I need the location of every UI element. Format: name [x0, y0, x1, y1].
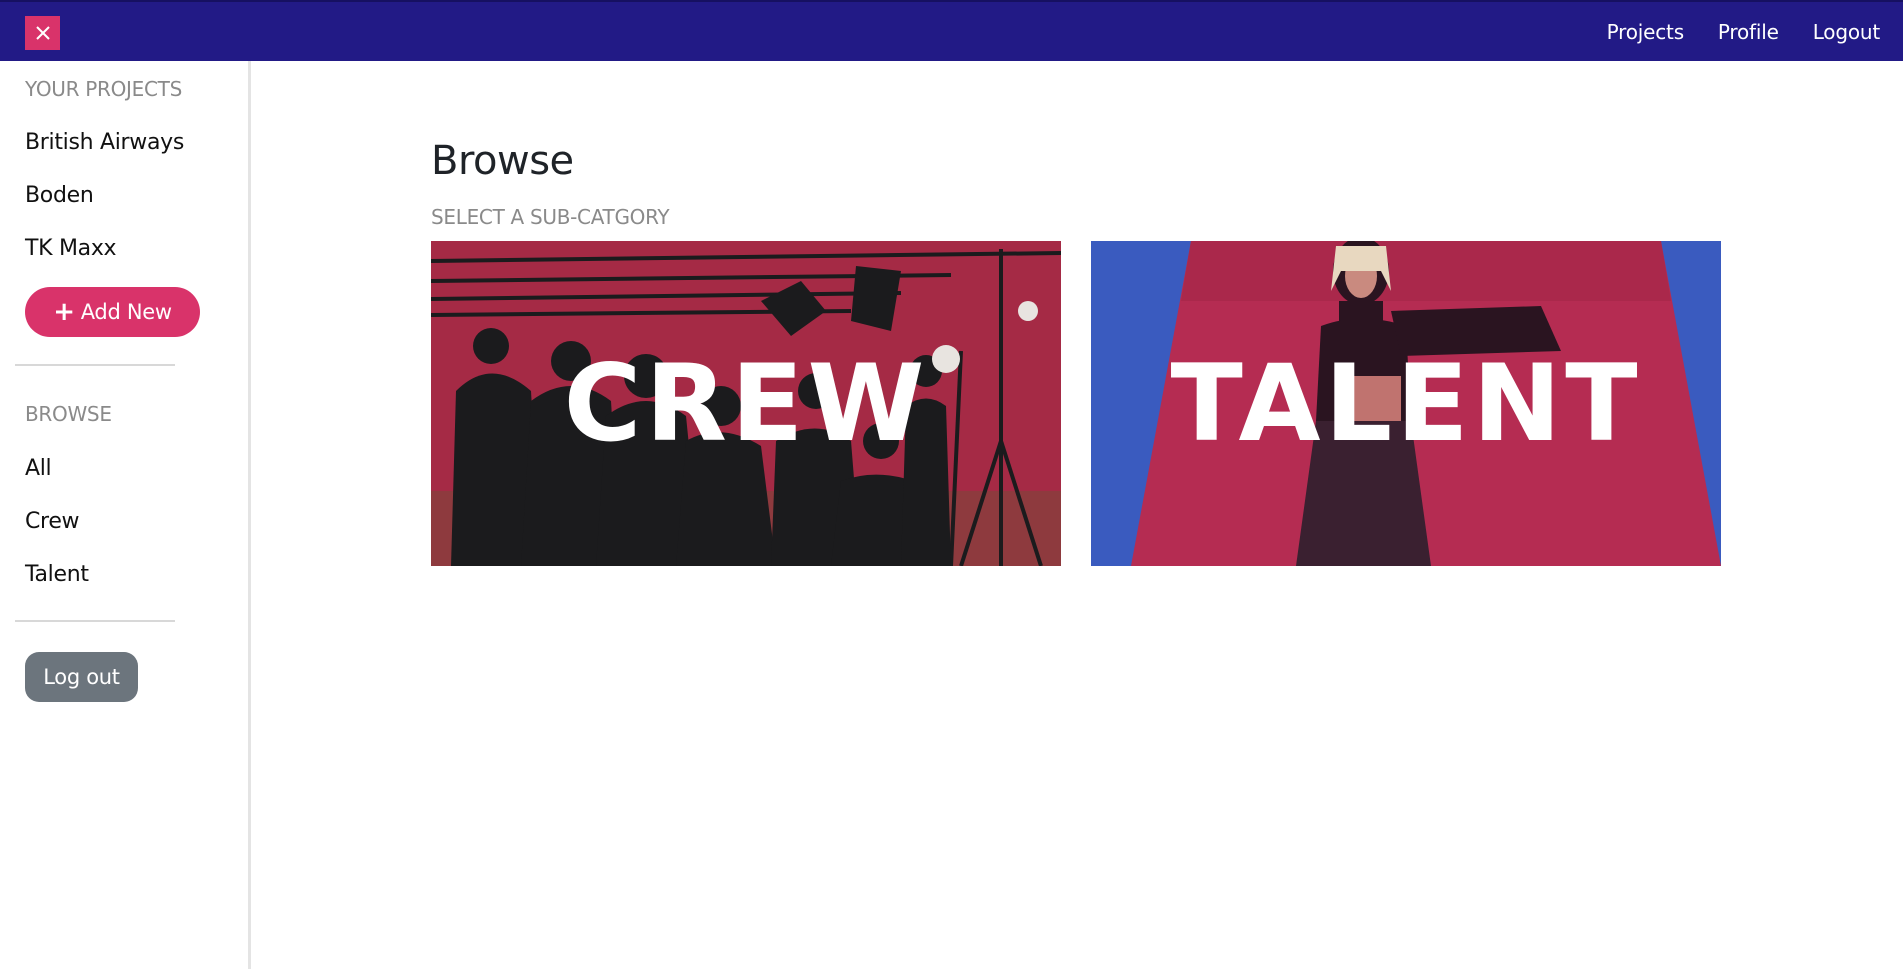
add-new-label: Add New	[80, 300, 172, 324]
sidebar-divider	[15, 620, 175, 622]
sidebar-item-tk-maxx[interactable]: TK Maxx	[25, 236, 117, 261]
nav-logout-link[interactable]: Logout	[1813, 20, 1880, 44]
nav-profile-link[interactable]: Profile	[1718, 20, 1779, 44]
add-new-button[interactable]: + Add New	[25, 287, 200, 337]
close-sidebar-button[interactable]	[25, 16, 60, 50]
page-title: Browse	[431, 138, 574, 184]
sidebar: YOUR PROJECTS British Airways Boden TK M…	[0, 61, 251, 969]
sidebar-item-british-airways[interactable]: British Airways	[25, 130, 184, 155]
crew-card-label: CREW	[563, 341, 929, 465]
top-nav-links: Projects Profile Logout	[1573, 2, 1881, 61]
top-navbar: Projects Profile Logout	[0, 0, 1903, 61]
close-icon	[35, 26, 50, 40]
page-subtitle: SELECT A SUB-CATGORY	[431, 205, 670, 229]
projects-heading: YOUR PROJECTS	[25, 77, 182, 101]
log-out-button[interactable]: Log out	[25, 652, 138, 702]
crew-category-card[interactable]: CREW	[431, 241, 1061, 566]
talent-category-card[interactable]: TALENT	[1091, 241, 1721, 566]
browse-heading: BROWSE	[25, 402, 112, 426]
plus-icon: +	[53, 297, 75, 327]
sidebar-item-crew[interactable]: Crew	[25, 509, 80, 534]
sidebar-divider	[15, 364, 175, 366]
sidebar-item-boden[interactable]: Boden	[25, 183, 94, 208]
sidebar-item-talent[interactable]: Talent	[25, 562, 89, 587]
sidebar-item-all[interactable]: All	[25, 456, 52, 481]
talent-card-label: TALENT	[1170, 341, 1642, 465]
nav-projects-link[interactable]: Projects	[1607, 20, 1684, 44]
